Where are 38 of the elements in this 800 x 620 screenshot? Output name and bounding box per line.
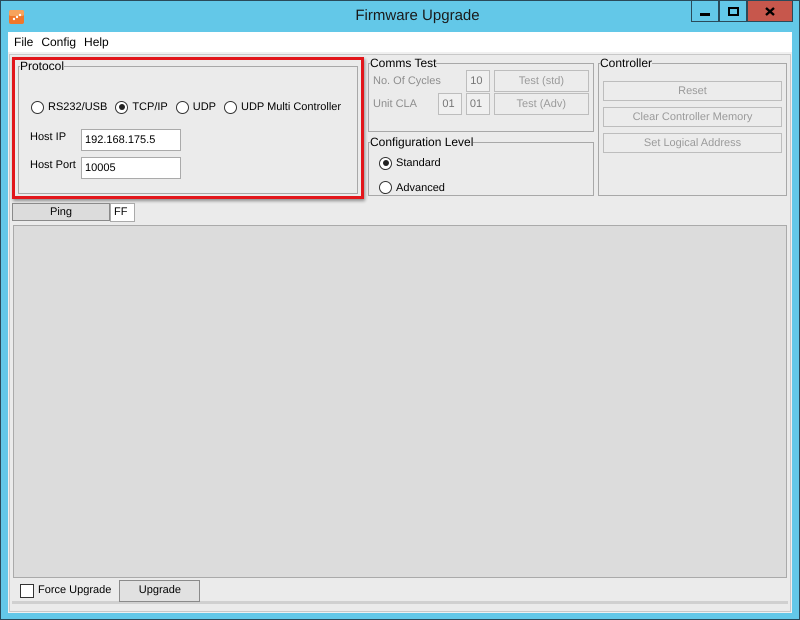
checkbox-label[interactable]: Force Upgrade: [38, 582, 112, 599]
maximize-icon: [728, 6, 738, 16]
group-title: Controller: [600, 57, 652, 70]
input-field[interactable]: 192.168.175.5: [81, 128, 181, 150]
close-button[interactable]: [747, 1, 793, 22]
input-field[interactable]: FF: [110, 203, 135, 222]
maximize-button[interactable]: [719, 1, 747, 22]
app-icon: [9, 10, 24, 24]
minimize-button[interactable]: [691, 1, 719, 22]
field-label: Host IP: [30, 130, 68, 144]
radio-button[interactable]: [115, 100, 128, 114]
minimize-icon: [700, 12, 710, 16]
field-label: Unit CLA: [373, 96, 418, 112]
menu-item[interactable]: Config: [38, 33, 80, 51]
window-title: Firmware Upgrade: [354, 6, 481, 26]
close-icon: [765, 6, 775, 16]
radio-button[interactable]: [176, 100, 189, 114]
radio-label[interactable]: RS232/USB: [48, 99, 108, 116]
radio-button[interactable]: [31, 100, 44, 114]
group-title: Configuration Level: [370, 136, 474, 149]
group-title: Protocol: [20, 60, 64, 73]
menu-item[interactable]: Help: [81, 33, 112, 51]
field-label: No. Of Cycles: [373, 74, 442, 89]
menu-item[interactable]: File: [11, 33, 36, 51]
upgrade-button[interactable]: Upgrade: [119, 580, 200, 602]
radio-label[interactable]: UDP: [192, 99, 216, 116]
radio-label[interactable]: Standard: [396, 155, 441, 172]
checkbox[interactable]: [20, 584, 34, 598]
group-title: Comms Test: [370, 57, 436, 70]
radio-button[interactable]: [379, 181, 392, 194]
radio-label[interactable]: TCP/IP: [132, 99, 168, 116]
radio-button[interactable]: [224, 100, 237, 114]
radio-label[interactable]: UDP Multi Controller: [241, 99, 342, 116]
ping-button[interactable]: Ping: [12, 203, 110, 221]
radio-label[interactable]: Advanced: [396, 180, 445, 196]
field-label: Host Port: [30, 158, 77, 172]
radio-button[interactable]: [379, 156, 392, 170]
input-field[interactable]: 10005: [81, 156, 181, 178]
